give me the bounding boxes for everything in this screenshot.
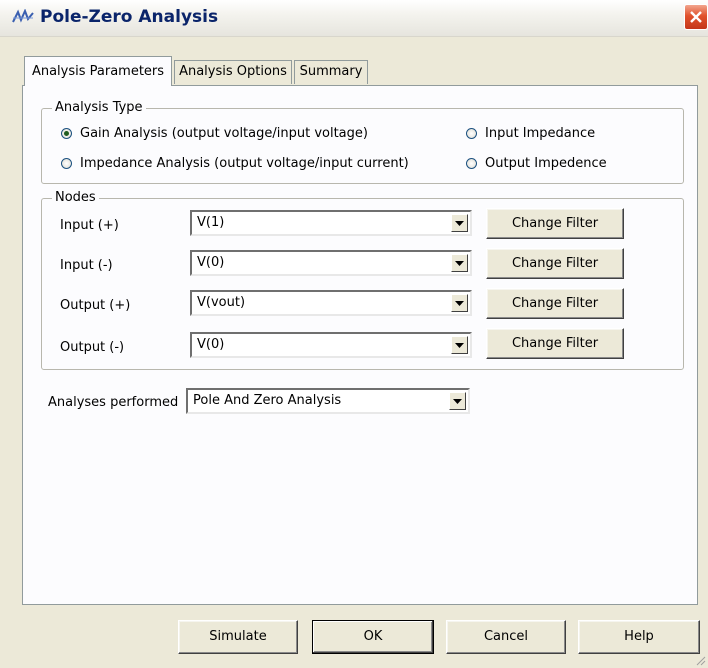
change-filter-button-input-minus[interactable]: Change Filter <box>486 248 624 279</box>
nodes-group-label: Nodes <box>52 190 99 206</box>
select-value: V(1) <box>197 215 225 230</box>
button-label: Change Filter <box>511 336 599 351</box>
tab-label: Summary <box>299 64 363 79</box>
radio-label: Impedance Analysis (output voltage/input… <box>80 156 409 171</box>
button-label: OK <box>363 629 383 644</box>
dropdown-arrow-icon[interactable] <box>451 336 468 354</box>
change-filter-button-input-plus[interactable]: Change Filter <box>486 208 624 239</box>
radio-label: Output Impedence <box>485 156 607 171</box>
radio-button[interactable] <box>61 158 72 169</box>
node-select-input-plus[interactable]: V(1) <box>190 210 472 236</box>
title-bar[interactable]: Pole-Zero Analysis <box>0 0 708 37</box>
radio-label: Gain Analysis (output voltage/input volt… <box>80 126 368 141</box>
radio-input-impedance[interactable]: Input Impedance <box>466 126 595 141</box>
change-filter-button-output-minus[interactable]: Change Filter <box>486 328 624 359</box>
node-select-input-minus[interactable]: V(0) <box>190 250 472 276</box>
dropdown-arrow-icon[interactable] <box>451 254 468 272</box>
tab-summary[interactable]: Summary <box>294 60 368 84</box>
button-label: Change Filter <box>511 256 599 271</box>
radio-impedance-analysis[interactable]: Impedance Analysis (output voltage/input… <box>61 156 409 171</box>
close-icon <box>690 11 702 23</box>
node-select-output-plus[interactable]: V(vout) <box>190 290 472 316</box>
cancel-button[interactable]: Cancel <box>446 620 566 654</box>
button-label: Help <box>624 629 654 644</box>
tab-label: Analysis Options <box>179 64 287 79</box>
resize-grip-icon[interactable] <box>696 656 706 666</box>
select-value: V(0) <box>197 255 225 270</box>
node-label-input-plus: Input (+) <box>60 218 119 233</box>
analysis-type-group <box>41 108 684 184</box>
tab-analysis-parameters[interactable]: Analysis Parameters <box>24 56 172 86</box>
select-value: Pole And Zero Analysis <box>193 393 342 408</box>
analysis-wave-icon <box>12 8 34 25</box>
node-label-input-minus: Input (-) <box>60 258 113 273</box>
radio-button[interactable] <box>466 128 477 139</box>
dropdown-arrow-icon[interactable] <box>449 392 466 410</box>
radio-output-impedence[interactable]: Output Impedence <box>466 156 607 171</box>
analyses-performed-label: Analyses performed <box>48 395 179 410</box>
node-label-output-minus: Output (-) <box>60 340 125 355</box>
button-label: Simulate <box>209 629 267 644</box>
button-label: Cancel <box>483 629 529 644</box>
analysis-type-group-label: Analysis Type <box>52 100 146 116</box>
tab-label: Analysis Parameters <box>31 64 165 79</box>
select-value: V(0) <box>197 337 225 352</box>
dropdown-arrow-icon[interactable] <box>451 214 468 232</box>
tab-analysis-options[interactable]: Analysis Options <box>174 60 292 84</box>
change-filter-button-output-plus[interactable]: Change Filter <box>486 288 624 319</box>
window-title: Pole-Zero Analysis <box>40 7 219 27</box>
pole-zero-dialog: Pole-Zero Analysis Analysis Parameters A… <box>0 0 708 668</box>
button-label: Change Filter <box>511 216 599 231</box>
dropdown-arrow-icon[interactable] <box>451 294 468 312</box>
select-value: V(vout) <box>197 295 246 310</box>
radio-button-checked[interactable] <box>61 128 72 139</box>
ok-button[interactable]: OK <box>312 620 434 654</box>
simulate-button[interactable]: Simulate <box>178 620 298 654</box>
radio-button[interactable] <box>466 158 477 169</box>
help-button[interactable]: Help <box>578 620 700 654</box>
node-label-output-plus: Output (+) <box>60 298 131 313</box>
radio-gain-analysis[interactable]: Gain Analysis (output voltage/input volt… <box>61 126 368 141</box>
analyses-performed-select[interactable]: Pole And Zero Analysis <box>186 388 470 414</box>
close-button[interactable] <box>684 4 708 30</box>
button-label: Change Filter <box>511 296 599 311</box>
radio-label: Input Impedance <box>485 126 596 141</box>
node-select-output-minus[interactable]: V(0) <box>190 332 472 358</box>
